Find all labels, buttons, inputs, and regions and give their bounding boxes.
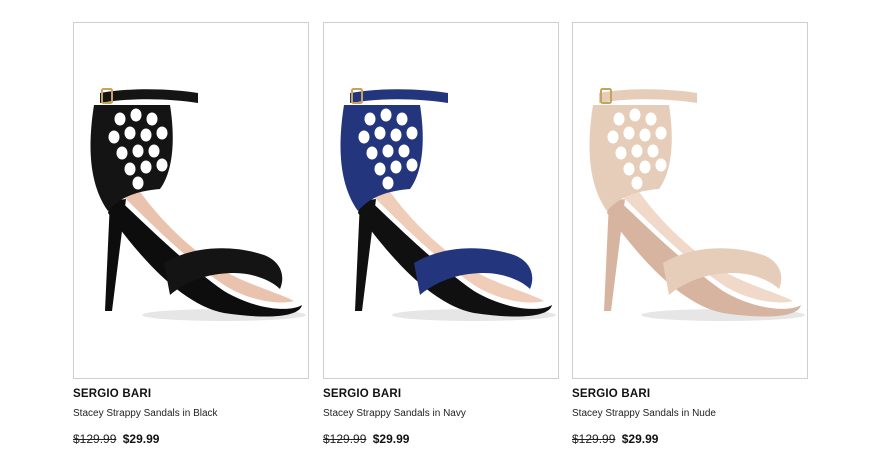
cutout <box>140 160 152 174</box>
cutout <box>124 126 136 140</box>
price-row: $129.99 $29.99 <box>572 431 808 447</box>
cutout <box>629 108 641 122</box>
product-brand[interactable]: SERGIO BARI <box>572 387 808 402</box>
product-image[interactable] <box>323 22 559 379</box>
cutout <box>623 162 635 176</box>
cutout <box>108 130 120 144</box>
cutout <box>374 162 386 176</box>
original-price: $129.99 <box>73 432 117 446</box>
cutout <box>130 108 142 122</box>
cutout <box>613 112 625 126</box>
sale-price: $29.99 <box>621 432 659 446</box>
cutout <box>358 130 370 144</box>
ankle-strap <box>350 89 448 103</box>
product-grid: SERGIO BARI Stacey Strappy Sandals in Bl… <box>73 22 813 452</box>
original-price: $129.99 <box>323 432 367 446</box>
cutout <box>615 146 627 160</box>
cutout <box>655 158 667 172</box>
product-card[interactable]: SERGIO BARI Stacey Strappy Sandals in Bl… <box>73 22 309 447</box>
cutout <box>116 146 128 160</box>
cutout <box>380 108 392 122</box>
cutout <box>645 112 657 126</box>
cutout <box>398 144 410 158</box>
product-brand[interactable]: SERGIO BARI <box>73 387 309 402</box>
cutout <box>631 176 643 190</box>
cutout <box>114 112 126 126</box>
ankle-strap <box>599 89 697 103</box>
price-row: $129.99 $29.99 <box>73 431 309 447</box>
ankle-strap <box>100 89 198 103</box>
product-image[interactable] <box>73 22 309 379</box>
product-name[interactable]: Stacey Strappy Sandals in Black <box>73 407 309 421</box>
cutout <box>146 112 158 126</box>
cutout <box>140 128 152 142</box>
product-card[interactable]: SERGIO BARI Stacey Strappy Sandals in Na… <box>323 22 559 447</box>
cutout <box>406 158 418 172</box>
cutout <box>374 126 386 140</box>
product-name[interactable]: Stacey Strappy Sandals in Navy <box>323 407 559 421</box>
cutout <box>406 126 418 140</box>
cutout <box>631 144 643 158</box>
product-brand[interactable]: SERGIO BARI <box>323 387 559 402</box>
sandal-image <box>340 88 556 321</box>
cutout <box>148 144 160 158</box>
cutout <box>156 126 168 140</box>
cutout <box>390 128 402 142</box>
cutout <box>382 144 394 158</box>
cutout <box>132 176 144 190</box>
product-image[interactable] <box>572 22 808 379</box>
cutout <box>156 158 168 172</box>
cutout <box>639 160 651 174</box>
product-name[interactable]: Stacey Strappy Sandals in Nude <box>572 407 808 421</box>
cutout <box>132 144 144 158</box>
cutout <box>623 126 635 140</box>
cutout <box>655 126 667 140</box>
cutout <box>396 112 408 126</box>
cutout <box>364 112 376 126</box>
cutout <box>366 146 378 160</box>
sandal-image <box>90 88 306 321</box>
cutout <box>647 144 659 158</box>
price-row: $129.99 $29.99 <box>323 431 559 447</box>
sale-price: $29.99 <box>122 432 160 446</box>
cutout <box>607 130 619 144</box>
cutout <box>639 128 651 142</box>
cutout <box>382 176 394 190</box>
sandal-image <box>589 88 805 321</box>
cutout <box>390 160 402 174</box>
product-card[interactable]: SERGIO BARI Stacey Strappy Sandals in Nu… <box>572 22 808 447</box>
cutout <box>124 162 136 176</box>
sale-price: $29.99 <box>372 432 410 446</box>
original-price: $129.99 <box>572 432 616 446</box>
